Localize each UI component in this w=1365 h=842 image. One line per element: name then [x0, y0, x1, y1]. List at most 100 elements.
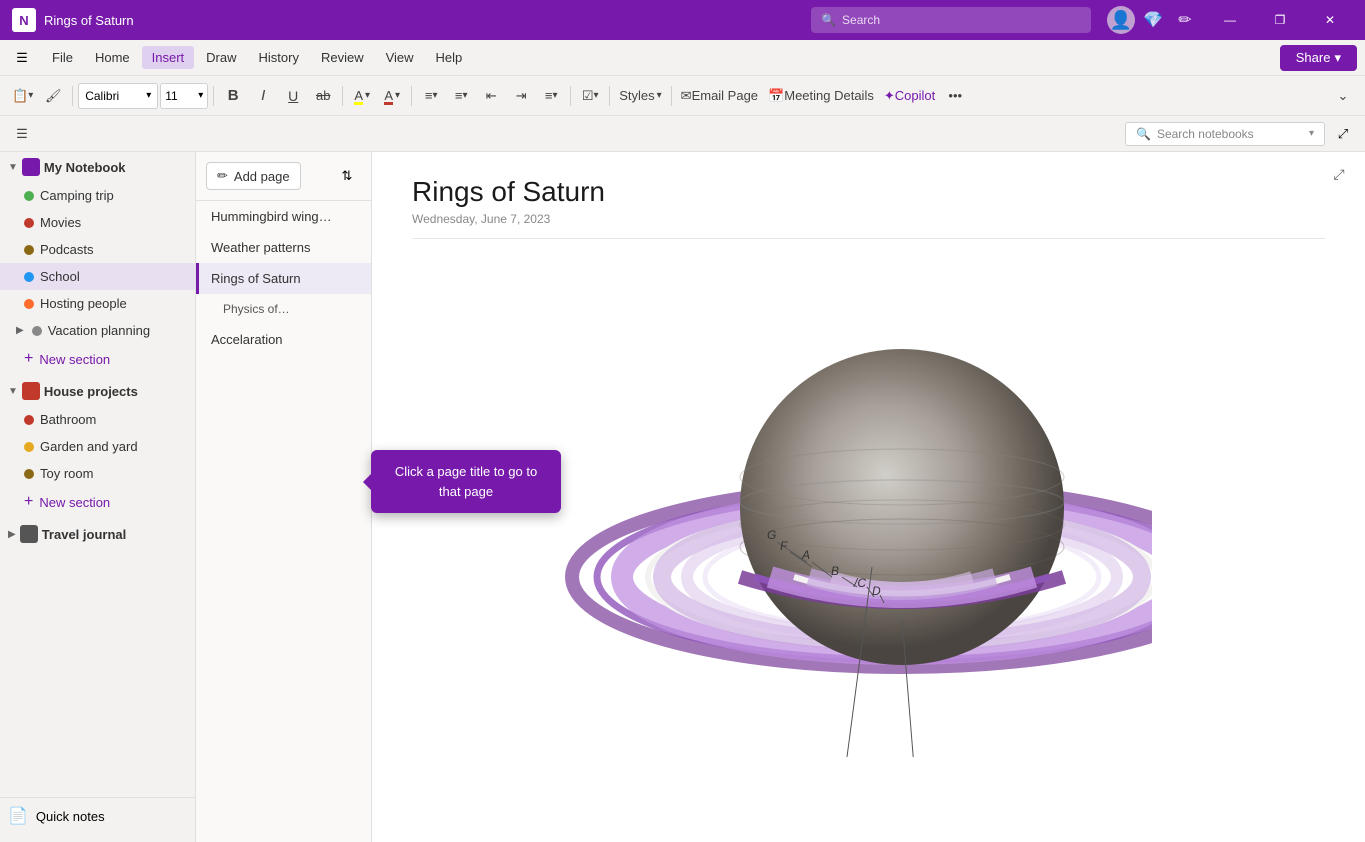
sidebar-item-movies[interactable]: Movies: [0, 209, 195, 236]
section-dot-movies: [24, 218, 34, 228]
sidebar-item-hosting-people[interactable]: Hosting people: [0, 290, 195, 317]
font-family-dropdown[interactable]: Calibri ▾: [78, 83, 158, 109]
section-dot-garden: [24, 442, 34, 452]
toolbar-separator-3: [342, 86, 343, 106]
notebook-travel-journal: ▶ Travel journal: [0, 519, 195, 549]
clipboard-button[interactable]: 📋 ▾: [8, 82, 37, 110]
svg-text:A: A: [801, 548, 810, 562]
user-avatar[interactable]: 👤: [1107, 6, 1135, 34]
section-dot-hosting: [24, 299, 34, 309]
page-item-hummingbird[interactable]: Hummingbird wing…: [196, 201, 371, 232]
menu-help[interactable]: Help: [426, 46, 473, 69]
more-options-button[interactable]: •••: [941, 82, 969, 110]
styles-button[interactable]: Styles ▾: [615, 82, 665, 110]
notebook-header-house-projects[interactable]: ▼ House projects: [0, 376, 195, 406]
section-dot-camping: [24, 191, 34, 201]
sidebar-item-garden[interactable]: Garden and yard: [0, 433, 195, 460]
new-section-my-notebook[interactable]: + New section: [0, 344, 195, 374]
svg-text:/C: /C: [853, 576, 866, 590]
share-button[interactable]: Share ▾: [1280, 45, 1357, 71]
menu-review[interactable]: Review: [311, 46, 374, 69]
menu-home[interactable]: Home: [85, 46, 140, 69]
menu-insert[interactable]: Insert: [142, 46, 195, 69]
bullet-list-button[interactable]: ≡▾: [417, 82, 445, 110]
page-body: G F A B /C D Enke division: [372, 247, 1365, 842]
task-checkbox-button[interactable]: ☑▾: [576, 82, 604, 110]
format-painter-icon: 🖌: [45, 88, 62, 104]
menu-bar: ☰ File Home Insert Draw History Review V…: [0, 40, 1365, 76]
menu-history[interactable]: History: [249, 46, 309, 69]
close-button[interactable]: ✕: [1307, 0, 1353, 40]
align-button[interactable]: ≡▾: [537, 82, 565, 110]
email-page-button[interactable]: ✉ Email Page: [677, 82, 762, 110]
sort-pages-button[interactable]: ⇅: [333, 162, 361, 190]
section-dot-bathroom: [24, 415, 34, 425]
svg-text:G: G: [767, 528, 776, 542]
sidebar-item-school[interactable]: School: [0, 263, 195, 290]
search-notebooks-input[interactable]: 🔍 Search notebooks ▾: [1125, 122, 1325, 146]
window-controls: — ❐ ✕: [1207, 0, 1353, 40]
italic-button[interactable]: I: [249, 82, 277, 110]
quick-notes-button[interactable]: 📄 Quick notes: [0, 797, 195, 834]
meeting-details-button[interactable]: 📅 Meeting Details: [764, 82, 878, 110]
new-section-house-projects[interactable]: + New section: [0, 487, 195, 517]
notebook-icon-travel-journal: [20, 525, 38, 543]
page-title: Rings of Saturn: [412, 176, 1325, 208]
sidebar-item-vacation-planning[interactable]: ▶ Vacation planning: [0, 317, 195, 344]
toolbar-separator-5: [570, 86, 571, 106]
plus-icon-house-projects: +: [24, 493, 33, 511]
add-page-icon: ✏: [217, 168, 228, 184]
increase-indent-button[interactable]: ⇥: [507, 82, 535, 110]
format-painter-button[interactable]: 🖌: [39, 82, 67, 110]
tooltip-click-page: Click a page title to go to that page: [371, 450, 561, 513]
notebook-header-travel-journal[interactable]: ▶ Travel journal: [0, 519, 195, 549]
sidebar-item-podcasts[interactable]: Podcasts: [0, 236, 195, 263]
sidebar: ▼ My Notebook Camping trip Movies Podcas…: [0, 152, 196, 842]
arrow-icon-vacation: ▶: [16, 325, 24, 336]
sidebar-item-bathroom[interactable]: Bathroom: [0, 406, 195, 433]
svg-text:B: B: [831, 564, 839, 578]
copilot-button[interactable]: ✦ Copilot: [880, 82, 939, 110]
menu-view[interactable]: View: [376, 46, 424, 69]
page-item-rings-of-saturn[interactable]: Rings of Saturn: [196, 263, 371, 294]
gem-icon[interactable]: 💎: [1137, 6, 1169, 34]
hamburger-menu-button[interactable]: ☰: [8, 120, 36, 148]
search-icon: 🔍: [821, 13, 836, 27]
toolbar-separator-2: [213, 86, 214, 106]
strikethrough-button[interactable]: ab: [309, 82, 337, 110]
sidebar-item-toy-room[interactable]: Toy room: [0, 460, 195, 487]
notebook-name-my-notebook: My Notebook: [44, 160, 187, 175]
title-search-bar[interactable]: 🔍 Search: [811, 7, 1091, 33]
bold-button[interactable]: B: [219, 82, 247, 110]
underline-button[interactable]: U: [279, 82, 307, 110]
expand-view-button[interactable]: ⤢: [1329, 120, 1357, 148]
notebook-name-house-projects: House projects: [44, 384, 187, 399]
font-color-button[interactable]: A ▾: [378, 82, 406, 110]
toolbar-separator-1: [72, 86, 73, 106]
add-page-button[interactable]: ✏ Add page: [206, 162, 301, 190]
font-size-input[interactable]: 11 ▾: [160, 83, 208, 109]
sidebar-item-camping-trip[interactable]: Camping trip: [0, 182, 195, 209]
chevron-icon-my-notebook: ▼: [8, 162, 18, 173]
decrease-indent-button[interactable]: ⇤: [477, 82, 505, 110]
pen-icon[interactable]: ✏: [1171, 6, 1199, 34]
menu-draw[interactable]: Draw: [196, 46, 246, 69]
toolbar-expand-button[interactable]: ⌄: [1329, 82, 1357, 110]
page-item-weather[interactable]: Weather patterns: [196, 232, 371, 263]
highlight-button[interactable]: A ▾: [348, 82, 376, 110]
minimize-button[interactable]: —: [1207, 0, 1253, 40]
expand-page-button[interactable]: ⤢: [1325, 160, 1353, 188]
menu-file[interactable]: File: [42, 46, 83, 69]
page-item-physics[interactable]: Physics of…: [196, 294, 371, 324]
chevron-icon-travel-journal: ▶: [8, 529, 16, 540]
plus-icon-my-notebook: +: [24, 350, 33, 368]
panel-toggle-button[interactable]: ☰: [8, 44, 36, 72]
chevron-down-icon: ▾: [1309, 128, 1314, 139]
page-item-accelaration[interactable]: Accelaration: [196, 324, 371, 355]
pages-panel: ✏ Add page ⇅ Hummingbird wing… Weather p…: [196, 152, 372, 842]
maximize-button[interactable]: ❐: [1257, 0, 1303, 40]
numbered-list-button[interactable]: ≡▾: [447, 82, 475, 110]
formatting-toolbar: 📋 ▾ 🖌 Calibri ▾ 11 ▾ B I U ab A ▾ A ▾ ≡▾…: [0, 76, 1365, 116]
toolbar-separator-6: [609, 86, 610, 106]
notebook-header-my-notebook[interactable]: ▼ My Notebook: [0, 152, 195, 182]
